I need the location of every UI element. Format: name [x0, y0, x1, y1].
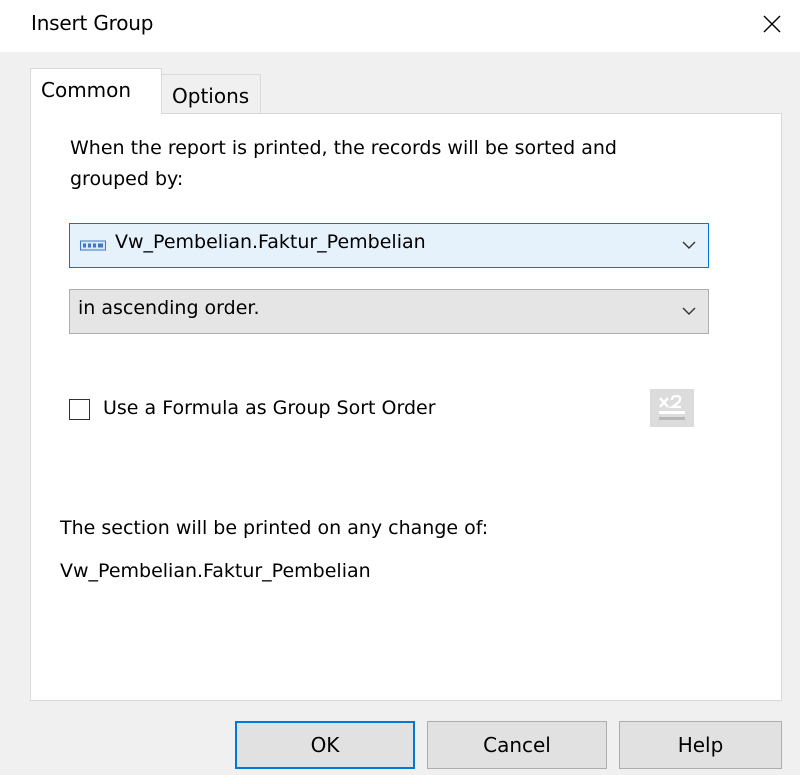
- group-field-value: Vw_Pembelian.Faktur_Pembelian: [115, 231, 426, 253]
- sort-order-value: in ascending order.: [78, 297, 260, 319]
- formula-sort-checkbox[interactable]: [69, 399, 90, 420]
- group-description: When the report is printed, the records …: [70, 137, 617, 190]
- formula-sort-label[interactable]: Use a Formula as Group Sort Order: [103, 397, 436, 419]
- close-button[interactable]: [750, 4, 794, 44]
- window-title: Insert Group: [31, 11, 154, 35]
- section-change-label: The section will be printed on any chang…: [60, 517, 489, 539]
- cancel-button[interactable]: Cancel: [427, 721, 607, 769]
- group-field-dropdown[interactable]: Vw_Pembelian.Faktur_Pembelian: [69, 223, 709, 268]
- formula-editor-icon: [659, 394, 685, 420]
- close-icon: [763, 15, 781, 33]
- chevron-down-icon: [682, 241, 696, 249]
- tab-options[interactable]: Options: [162, 74, 261, 114]
- tab-common[interactable]: Common: [30, 68, 162, 114]
- chevron-down-icon: [682, 307, 696, 315]
- sort-order-dropdown[interactable]: in ascending order.: [69, 289, 709, 334]
- section-change-value: Vw_Pembelian.Faktur_Pembelian: [60, 560, 371, 582]
- formula-editor-button[interactable]: [650, 389, 694, 427]
- ok-button[interactable]: OK: [235, 721, 415, 769]
- database-field-icon: [80, 240, 106, 251]
- title-bar: Insert Group: [0, 0, 800, 52]
- help-button[interactable]: Help: [619, 721, 782, 769]
